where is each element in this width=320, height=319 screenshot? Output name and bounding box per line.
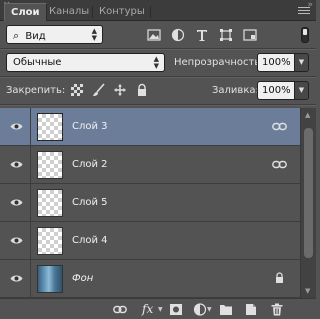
layer-row[interactable]: Фон [0, 260, 300, 298]
pixel-filter-icon[interactable] [147, 28, 161, 42]
opacity-dropdown-icon[interactable]: ▼ [295, 53, 309, 72]
lock-image-icon[interactable] [92, 83, 106, 97]
layer-thumbnail[interactable] [37, 189, 63, 217]
blend-mode-select[interactable]: Обычные ▲ ▼ [6, 53, 165, 72]
panel-menu-icon[interactable] [298, 7, 310, 17]
layers-list: Слой 3 Слой 2 Слой 5 Слой 4 Фон [0, 108, 300, 298]
kind-filter-select[interactable]: ⌕ Вид ▲ ▼ [6, 25, 103, 44]
eye-icon [10, 237, 23, 244]
shape-filter-icon[interactable] [219, 28, 233, 42]
tab-channels[interactable]: Каналы [43, 3, 95, 21]
fill-input[interactable]: 100% [257, 81, 295, 100]
eye-icon [10, 161, 23, 168]
add-mask-icon[interactable] [169, 303, 183, 316]
fx-icon[interactable]: fx [142, 302, 153, 316]
link-icon [272, 160, 287, 169]
visibility-toggle[interactable] [0, 184, 31, 222]
tab-paths[interactable]: Контуры [93, 3, 151, 21]
scrollbar[interactable]: ▲ ▼ [300, 108, 316, 298]
scroll-up-icon[interactable]: ▲ [305, 111, 310, 119]
layer-row[interactable]: Слой 3 [0, 108, 300, 146]
lock-transparent-icon[interactable] [70, 83, 84, 97]
bottom-toolbar: fx ▼ ▼ [0, 298, 316, 319]
adjustment-layer-icon[interactable] [193, 303, 207, 316]
blend-mode-value: Обычные [13, 57, 62, 68]
layer-name[interactable]: Фон [72, 273, 93, 284]
tab-layers[interactable]: Слои [4, 3, 47, 21]
link-icon [272, 122, 287, 131]
layer-thumbnail[interactable] [37, 113, 63, 141]
divider [0, 105, 316, 106]
layer-row[interactable]: Слой 5 [0, 184, 300, 222]
updown-arrows-icon: ▲ ▼ [91, 27, 97, 42]
lock-icon [276, 272, 283, 283]
adjustment-filter-icon[interactable] [171, 28, 185, 42]
tab-divider [150, 6, 151, 18]
lock-all-icon[interactable] [135, 83, 149, 97]
new-group-icon[interactable] [219, 303, 233, 316]
smart-object-filter-icon[interactable] [243, 28, 257, 42]
layer-name[interactable]: Слой 3 [72, 121, 108, 132]
delete-icon[interactable] [270, 303, 284, 316]
visibility-toggle[interactable] [0, 146, 31, 184]
scroll-down-icon[interactable]: ▼ [305, 287, 310, 295]
layer-name[interactable]: Слой 4 [72, 235, 108, 246]
scroll-thumb[interactable] [304, 128, 313, 258]
fill-label: Заливка: [212, 85, 259, 96]
divider [0, 77, 316, 78]
eye-icon [10, 123, 23, 130]
updown-arrows-icon: ▲ ▼ [153, 55, 159, 70]
opacity-label: Непрозрачность: [174, 57, 264, 68]
opacity-input[interactable]: 100% [257, 53, 295, 72]
eye-icon [10, 199, 23, 206]
visibility-toggle[interactable] [0, 108, 31, 146]
layer-thumbnail[interactable] [37, 227, 63, 255]
divider [0, 49, 316, 50]
new-layer-icon[interactable] [244, 303, 258, 316]
layer-name[interactable]: Слой 5 [72, 197, 108, 208]
fx-dropdown-icon: ▼ [158, 306, 163, 313]
fill-dropdown-icon[interactable]: ▼ [295, 81, 309, 100]
search-icon: ⌕ [13, 29, 20, 42]
layer-row[interactable]: Слой 2 [0, 146, 300, 184]
visibility-toggle[interactable] [0, 260, 31, 298]
link-layers-icon[interactable] [113, 303, 127, 316]
layer-row[interactable]: Слой 4 [0, 222, 300, 260]
panel-header: × Слои Каналы Контуры » [0, 0, 316, 21]
visibility-toggle[interactable] [0, 222, 31, 260]
eye-icon [10, 275, 23, 282]
lock-position-icon[interactable] [113, 83, 127, 97]
layer-thumbnail[interactable] [37, 151, 63, 179]
lock-label: Закрепить: [6, 85, 66, 96]
kind-filter-label: Вид [25, 31, 46, 42]
layer-thumbnail[interactable] [37, 265, 63, 293]
filter-row: ⌕ Вид ▲ ▼ [0, 22, 316, 48]
adjustment-dropdown-icon: ▼ [207, 306, 212, 313]
layer-name[interactable]: Слой 2 [72, 159, 108, 170]
filter-toggle[interactable] [301, 27, 309, 43]
type-filter-icon[interactable] [195, 28, 209, 42]
